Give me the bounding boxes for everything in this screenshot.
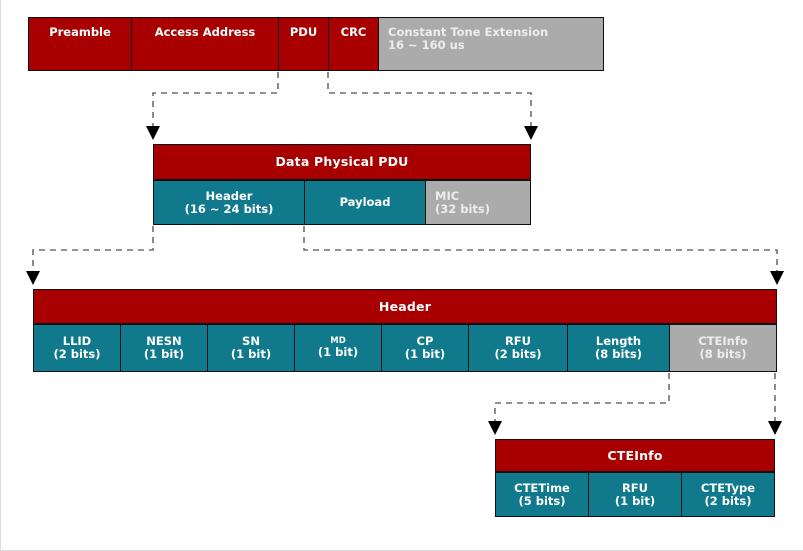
field-pdu: PDU: [278, 17, 329, 71]
bar-header: Header: [33, 289, 777, 324]
field-length: Length (8 bits): [567, 324, 670, 372]
field-llid: LLID (2 bits): [33, 324, 121, 372]
connector-pdu-right: [327, 72, 532, 127]
field-cp-bits: (1 bit): [404, 347, 446, 361]
arrowhead-cteinfo-right: [768, 421, 782, 435]
arrowhead-cteinfo-left: [488, 421, 502, 435]
field-sn: SN (1 bit): [207, 324, 295, 372]
field-access-address-label: Access Address: [154, 25, 256, 39]
connector-header-right: [303, 226, 778, 272]
field-llid-bits: (2 bits): [53, 347, 101, 361]
field-crc: CRC: [328, 17, 379, 71]
field-cteinfo: CTEInfo (8 bits): [669, 324, 777, 372]
field-payload-label: Payload: [339, 195, 391, 210]
field-rfu-cteinfo: RFU (1 bit): [588, 472, 682, 517]
arrowhead-header-left: [26, 271, 40, 285]
connector-header-left: [32, 226, 154, 272]
field-preamble: Preamble: [28, 17, 132, 71]
connector-cteinfo-left: [494, 373, 670, 422]
field-ctetime-label: CTETime: [514, 480, 570, 495]
bar-cteinfo-label: CTEInfo: [607, 447, 663, 463]
field-preamble-label: Preamble: [49, 25, 111, 39]
bar-data-physical-pdu: Data Physical PDU: [153, 144, 531, 180]
field-constant-tone-extension: Constant Tone Extension 16 ~ 160 us: [378, 17, 604, 71]
field-access-address: Access Address: [131, 17, 279, 71]
field-md-bits: (1 bit): [317, 345, 359, 360]
field-sn-bits: (1 bit): [230, 347, 272, 361]
arrowhead-pdu-right: [524, 126, 538, 140]
field-md: MD (1 bit): [294, 324, 382, 372]
field-nesn: NESN (1 bit): [120, 324, 208, 372]
field-ctetype: CTEType (2 bits): [681, 472, 775, 517]
field-rfu-header: RFU (2 bits): [468, 324, 568, 372]
field-payload: Payload: [304, 180, 426, 225]
field-nesn-bits: (1 bit): [143, 347, 185, 361]
field-pdu-header-label: Header: [205, 188, 253, 203]
bar-cteinfo: CTEInfo: [495, 439, 775, 472]
arrowhead-pdu-left: [146, 126, 160, 140]
field-rfu-cteinfo-bits: (1 bit): [614, 493, 656, 508]
field-crc-label: CRC: [340, 25, 367, 39]
field-mic: MIC (32 bits): [425, 180, 531, 225]
field-pdu-header: Header (16 ~ 24 bits): [153, 180, 305, 225]
field-cp: CP (1 bit): [381, 324, 469, 372]
field-constant-tone-extension-duration: 16 ~ 160 us: [388, 37, 465, 52]
field-ctetype-bits: (2 bits): [704, 493, 752, 508]
field-ctetime-bits: (5 bits): [518, 493, 566, 508]
field-rfu-cteinfo-label: RFU: [621, 480, 649, 495]
field-mic-bits: (32 bits): [435, 201, 491, 216]
connector-pdu-left: [152, 72, 279, 127]
field-mic-label: MIC: [435, 188, 460, 203]
bar-data-physical-pdu-label: Data Physical PDU: [275, 154, 409, 169]
field-ctetype-label: CTEType: [700, 480, 756, 495]
field-cteinfo-bits: (8 bits): [699, 347, 747, 361]
field-length-bits: (8 bits): [594, 347, 643, 361]
arrowhead-header-right: [770, 271, 784, 285]
field-rfu-header-bits: (2 bits): [494, 347, 542, 361]
bar-header-label: Header: [378, 298, 432, 314]
field-ctetime: CTETime (5 bits): [495, 472, 589, 517]
field-pdu-header-bits: (16 ~ 24 bits): [184, 201, 274, 216]
packet-structure-diagram: Preamble Access Address PDU CRC Constant…: [0, 0, 803, 551]
field-constant-tone-extension-label: Constant Tone Extension: [388, 25, 549, 39]
field-pdu-label: PDU: [289, 25, 318, 39]
